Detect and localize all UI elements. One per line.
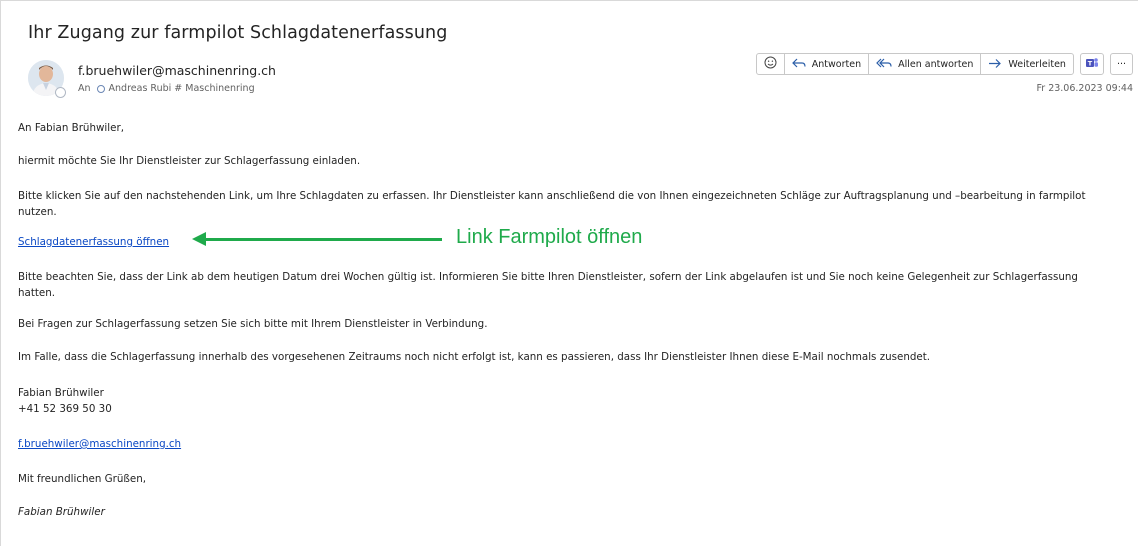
email-date: Fr 23.06.2023 09:44	[1036, 83, 1134, 94]
signature-italic: Fabian Brühwiler	[18, 506, 105, 518]
signature-name: Fabian Brühwiler	[18, 387, 104, 399]
paragraph-invite: hiermit möchte Sie Ihr Dienstleister zur…	[18, 155, 361, 167]
reply-button[interactable]: Antworten	[785, 54, 870, 74]
forward-arrow-icon	[988, 58, 1002, 71]
reply-all-label: Allen antworten	[898, 58, 974, 70]
paragraph-resend: Im Falle, dass die Schlagerfassung inner…	[18, 351, 931, 363]
forward-label: Weiterleiten	[1008, 58, 1066, 70]
reply-arrow-icon	[791, 58, 806, 71]
paragraph-instructions: Bitte klicken Sie auf den nachstehenden …	[18, 190, 1086, 218]
signature-email-link[interactable]: f.bruehwiler@maschinenring.ch	[18, 438, 181, 450]
to-label: An	[78, 83, 91, 94]
forward-button[interactable]: Weiterleiten	[981, 54, 1073, 74]
annotation-arrow-line	[196, 238, 442, 241]
signature-phone: +41 52 369 50 30	[18, 403, 112, 415]
reply-all-button[interactable]: Allen antworten	[869, 54, 982, 74]
emoji-icon	[764, 56, 777, 72]
closing: Mit freundlichen Grüßen,	[18, 473, 147, 485]
recipient-name[interactable]: Andreas Rubi # Maschinenring	[109, 83, 255, 94]
annotation-label: Link Farmpilot öffnen	[456, 226, 643, 248]
paragraph-validity: Bitte beachten Sie, dass der Link ab dem…	[18, 271, 1078, 299]
email-subject: Ihr Zugang zur farmpilot Schlagdatenerfa…	[28, 23, 448, 43]
greeting: An Fabian Brühwiler,	[18, 122, 124, 134]
schlagdaten-link[interactable]: Schlagdatenerfassung öffnen	[18, 236, 169, 248]
annotation-arrow-icon	[192, 232, 206, 246]
recipient-presence-icon	[96, 84, 105, 93]
sender-address[interactable]: f.bruehwiler@maschinenring.ch	[78, 63, 276, 78]
emoji-button[interactable]	[757, 54, 785, 74]
reply-label: Antworten	[811, 58, 862, 70]
message-toolbar: Antworten Allen antworten Weiterleiten T…	[755, 53, 1133, 75]
recipient-line: An Andreas Rubi # Maschinenring	[78, 83, 255, 94]
teams-button[interactable]: T	[1079, 53, 1104, 75]
reply-group: Antworten Allen antworten Weiterleiten	[755, 53, 1074, 75]
more-actions-button[interactable]: ···	[1109, 53, 1133, 75]
more-icon: ···	[1116, 58, 1126, 70]
presence-status-icon	[55, 87, 66, 98]
paragraph-questions: Bei Fragen zur Schlagerfassung setzen Si…	[18, 318, 488, 330]
svg-text:T: T	[1088, 59, 1093, 67]
teams-icon: T	[1085, 56, 1099, 73]
reply-all-icon	[876, 58, 892, 71]
